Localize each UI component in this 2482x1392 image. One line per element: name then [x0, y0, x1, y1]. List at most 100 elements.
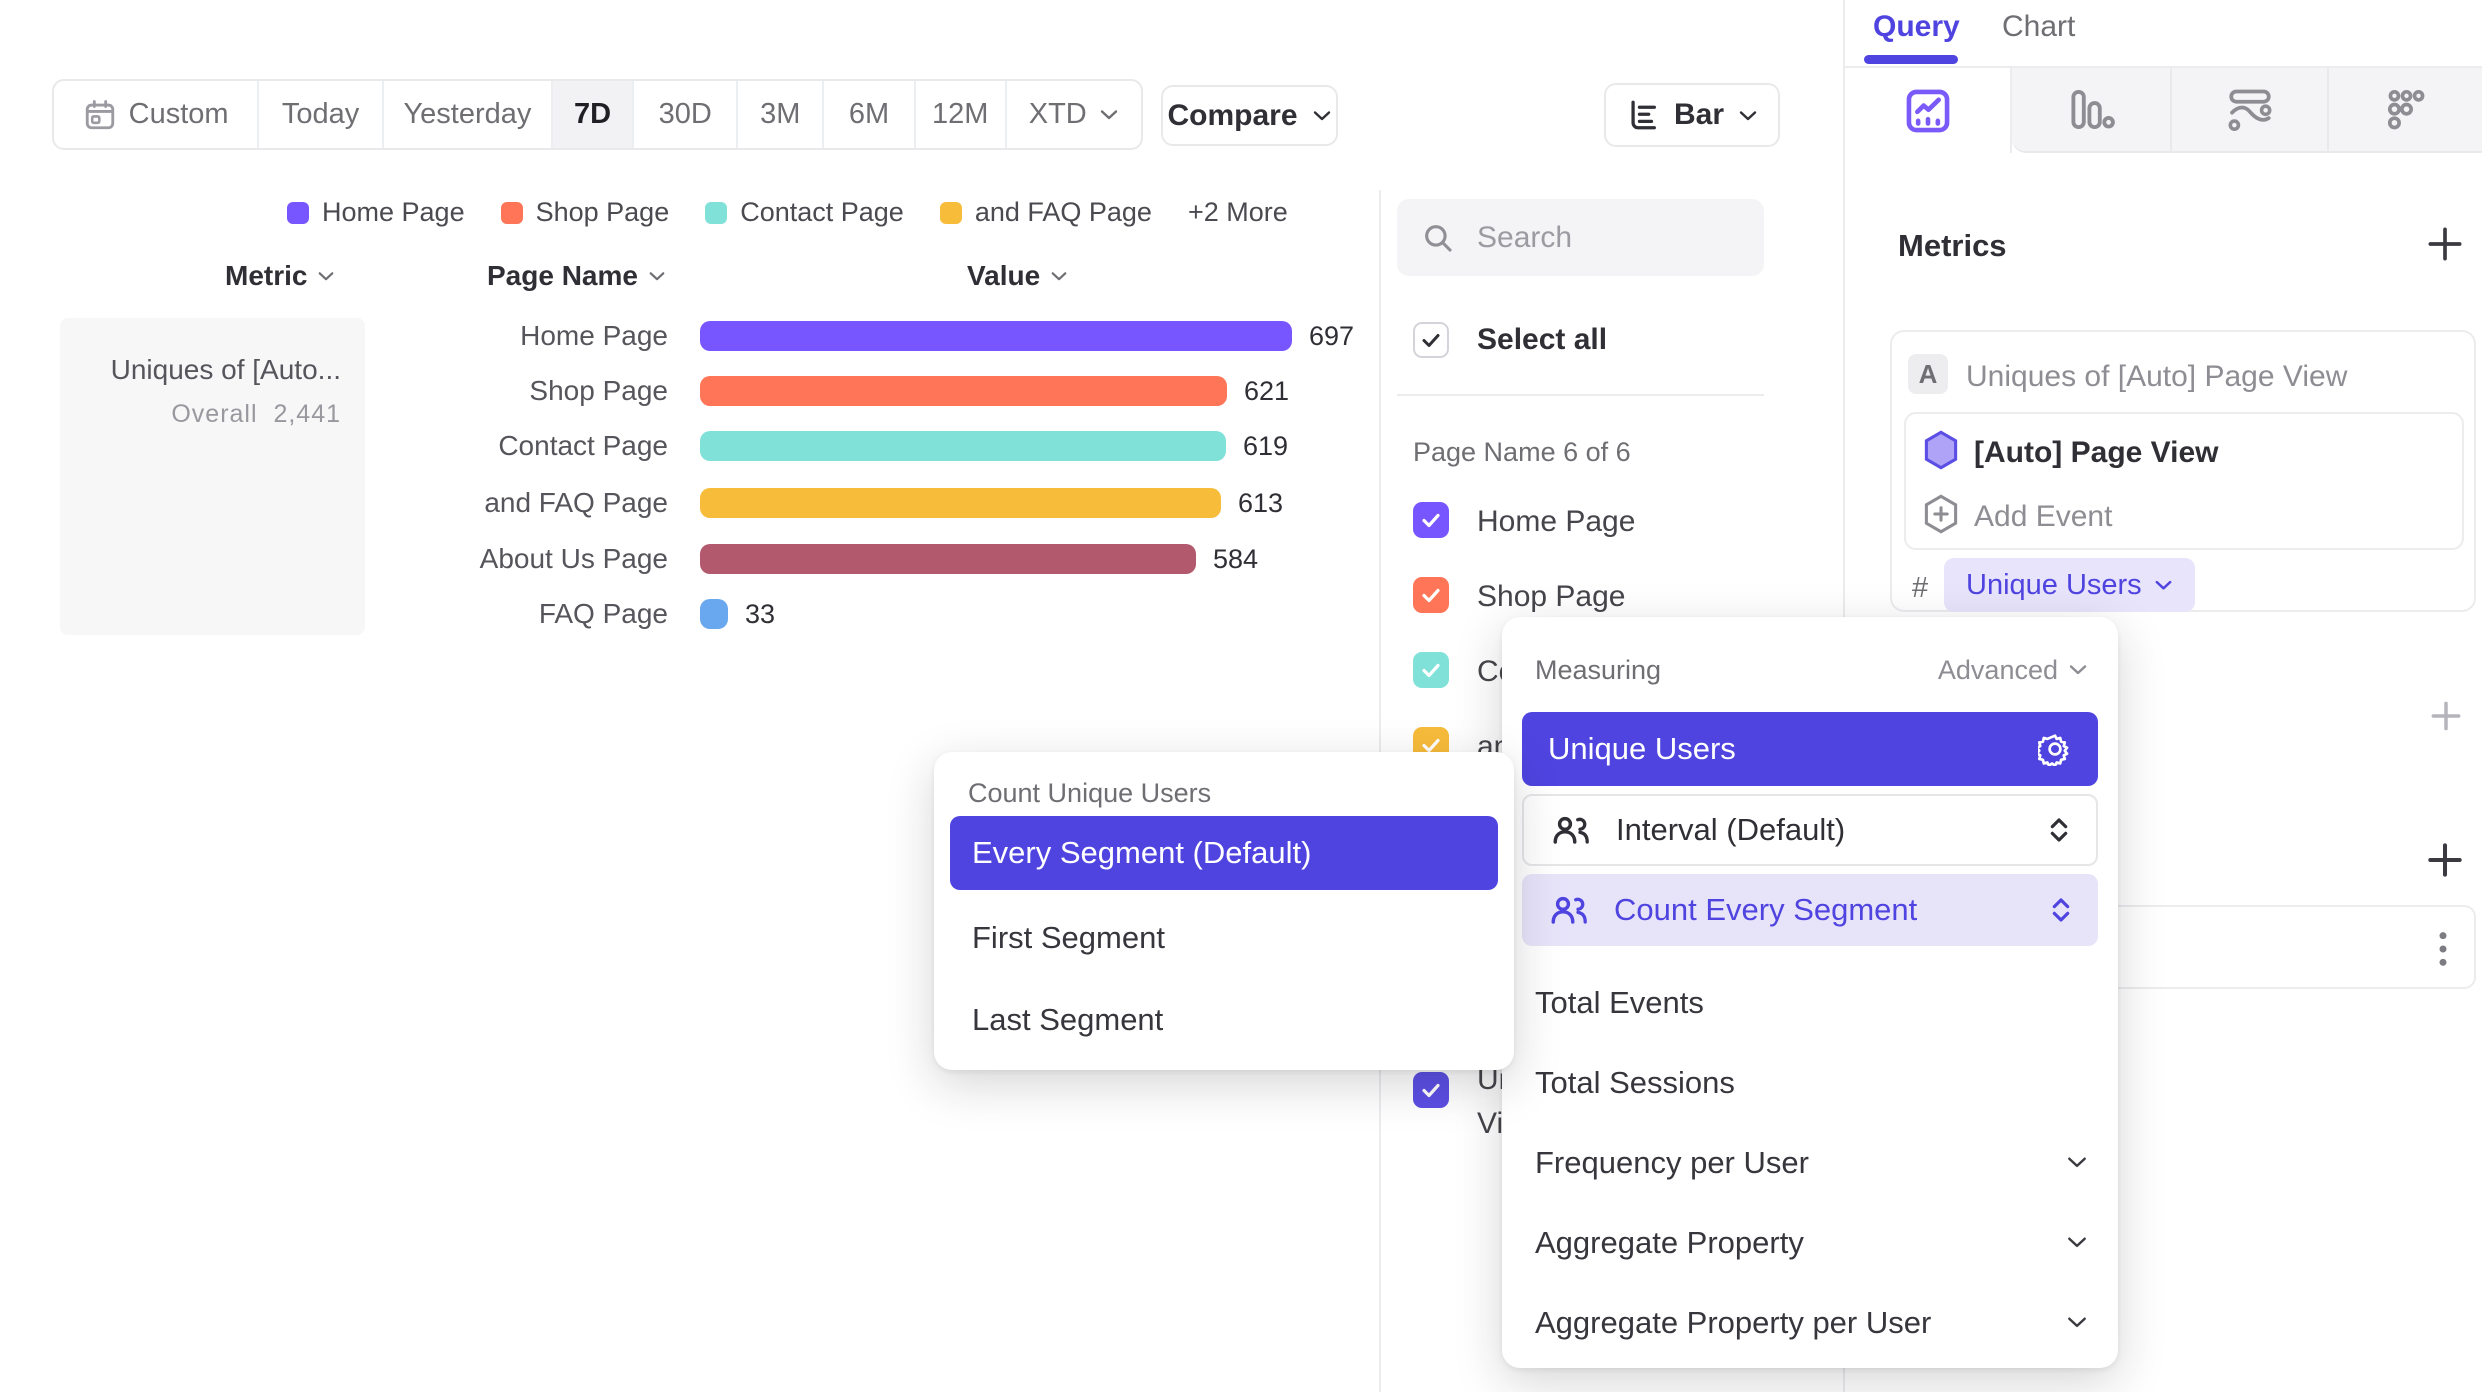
date-range-12m[interactable]: 12M	[914, 81, 1005, 148]
column-header-page-name[interactable]: Page Name	[487, 260, 666, 292]
people-icon	[1548, 892, 1590, 928]
bar-shop-page[interactable]	[700, 376, 1227, 406]
chevron-down-icon	[2068, 663, 2088, 676]
segment-checkbox[interactable]	[1413, 1072, 1449, 1108]
segment-checkbox[interactable]	[1413, 652, 1449, 688]
chevron-down-icon	[1099, 108, 1119, 121]
advanced-toggle[interactable]: Advanced	[1938, 655, 2058, 686]
stepper-icon[interactable]	[2048, 814, 2070, 846]
search-placeholder: Search	[1477, 221, 1572, 255]
measure-option-aggregate-property[interactable]: Aggregate Property	[1535, 1225, 1804, 1261]
bar-contact-page[interactable]	[700, 431, 1226, 461]
add-metric-button[interactable]	[2423, 222, 2467, 266]
segment-checkbox[interactable]	[1413, 502, 1449, 538]
add-breakdown-button[interactable]	[2423, 838, 2467, 882]
measure-pill[interactable]: Unique Users	[1944, 558, 2195, 612]
segment-option-last-segment[interactable]: Last Segment	[972, 1002, 1163, 1038]
count-mode-selector[interactable]: Count Every Segment	[1522, 874, 2098, 946]
bar-value: 697	[1309, 321, 1354, 352]
add-filter-button[interactable]	[2427, 697, 2465, 735]
select-all-label: Select all	[1477, 323, 1607, 357]
date-range-6m[interactable]: 6M	[822, 81, 914, 148]
measure-option-unique-users[interactable]: Unique Users	[1522, 712, 2098, 786]
tab-retention-chart[interactable]	[2327, 68, 2482, 153]
bar-label: and FAQ Page	[380, 488, 668, 518]
date-range-xtd[interactable]: XTD	[1005, 81, 1142, 148]
gear-icon[interactable]	[2038, 732, 2072, 766]
check-icon	[1419, 1078, 1443, 1102]
chevron-down-icon[interactable]	[2066, 1315, 2088, 1329]
column-header-metric[interactable]: Metric	[225, 260, 335, 292]
stepper-icon[interactable]	[2050, 894, 2072, 926]
chevron-down-icon	[1312, 109, 1332, 122]
bar-faq-page[interactable]	[700, 599, 728, 629]
legend-swatch	[705, 202, 727, 224]
date-range-today[interactable]: Today	[257, 81, 382, 148]
kebab-icon[interactable]	[2436, 929, 2450, 969]
select-all-checkbox[interactable]	[1413, 322, 1449, 358]
measure-option-total-events[interactable]: Total Events	[1535, 985, 1704, 1021]
bar-value: 584	[1213, 544, 1258, 575]
legend-item[interactable]: Shop Page	[501, 197, 670, 228]
bar-and-faq-page[interactable]	[700, 488, 1221, 518]
add-event-button[interactable]: Add Event	[1974, 500, 2112, 534]
select-all-row[interactable]: Select all	[1413, 322, 1607, 358]
tab-query[interactable]: Query	[1873, 10, 1960, 44]
interval-selector[interactable]: Interval (Default)	[1522, 794, 2098, 866]
date-range-label: Custom	[129, 98, 229, 131]
check-icon	[1419, 508, 1443, 532]
bar-row: 613	[700, 488, 1283, 518]
tab-chart[interactable]: Chart	[2002, 10, 2075, 44]
measure-option-total-sessions[interactable]: Total Sessions	[1535, 1065, 1735, 1101]
date-range-group: Custom Today Yesterday 7D 30D 3M 6M 12M …	[52, 79, 1143, 150]
bar-about-us-page[interactable]	[700, 544, 1196, 574]
bar-value: 619	[1243, 431, 1288, 462]
legend-item[interactable]: and FAQ Page	[940, 197, 1152, 228]
column-header-value[interactable]: Value	[967, 260, 1068, 292]
tab-bar-chart[interactable]	[2012, 68, 2170, 153]
segment-option-first-segment[interactable]: First Segment	[972, 920, 1165, 956]
bar-value: 621	[1244, 376, 1289, 407]
metric-summary-card[interactable]: Uniques of [Auto... Overall 2,441	[60, 318, 365, 635]
event-name[interactable]: [Auto] Page View	[1974, 436, 2218, 470]
bar-label: FAQ Page	[380, 599, 668, 629]
bar-row: 33	[700, 599, 775, 629]
bar-home-page[interactable]	[700, 321, 1292, 351]
bar-label: Contact Page	[380, 431, 668, 461]
insights-report-page: Custom Today Yesterday 7D 30D 3M 6M 12M …	[0, 0, 2482, 1392]
hexagon-plus-icon	[1922, 494, 1960, 534]
segment-row-shop-page[interactable]: Shop Page	[1413, 577, 1625, 617]
bar-row: 619	[700, 431, 1288, 461]
measure-option-frequency-per-user[interactable]: Frequency per User	[1535, 1145, 1809, 1181]
search-input[interactable]: Search	[1397, 199, 1764, 276]
legend-more[interactable]: +2 More	[1188, 197, 1288, 228]
chevron-down-icon[interactable]	[2066, 1235, 2088, 1249]
metric-badge: A	[1908, 354, 1948, 394]
bar-value: 613	[1238, 488, 1283, 519]
bar-label: About Us Page	[380, 544, 668, 574]
date-range-30d[interactable]: 30D	[632, 81, 737, 148]
flow-tab-icon	[2225, 86, 2275, 133]
segment-checkbox[interactable]	[1413, 577, 1449, 613]
date-range-custom[interactable]: Custom	[54, 81, 257, 148]
metric-card: A Uniques of [Auto] Page View [Auto] Pag…	[1890, 330, 2476, 612]
date-range-yesterday[interactable]: Yesterday	[382, 81, 551, 148]
measure-option-aggregate-property-per-user[interactable]: Aggregate Property per User	[1535, 1305, 1931, 1341]
measuring-title: Measuring	[1535, 655, 1661, 686]
hash-symbol: #	[1912, 572, 1928, 605]
segment-option-every-segment[interactable]: Every Segment (Default)	[950, 816, 1498, 890]
bar-label: Shop Page	[380, 376, 668, 406]
date-range-7d[interactable]: 7D	[551, 81, 632, 148]
segment-row-home-page[interactable]: Home Page	[1413, 502, 1635, 542]
compare-button[interactable]: Compare	[1161, 85, 1338, 146]
legend-item[interactable]: Home Page	[287, 197, 465, 228]
date-range-3m[interactable]: 3M	[736, 81, 822, 148]
tab-flow-chart[interactable]	[2170, 68, 2327, 153]
legend-swatch	[940, 202, 962, 224]
metrics-heading: Metrics	[1898, 228, 2007, 264]
chevron-down-icon	[317, 270, 335, 282]
tab-insights-chart[interactable]	[1845, 68, 2012, 153]
chart-type-selector[interactable]: Bar	[1604, 83, 1780, 147]
chevron-down-icon[interactable]	[2066, 1155, 2088, 1169]
legend-item[interactable]: Contact Page	[705, 197, 904, 228]
